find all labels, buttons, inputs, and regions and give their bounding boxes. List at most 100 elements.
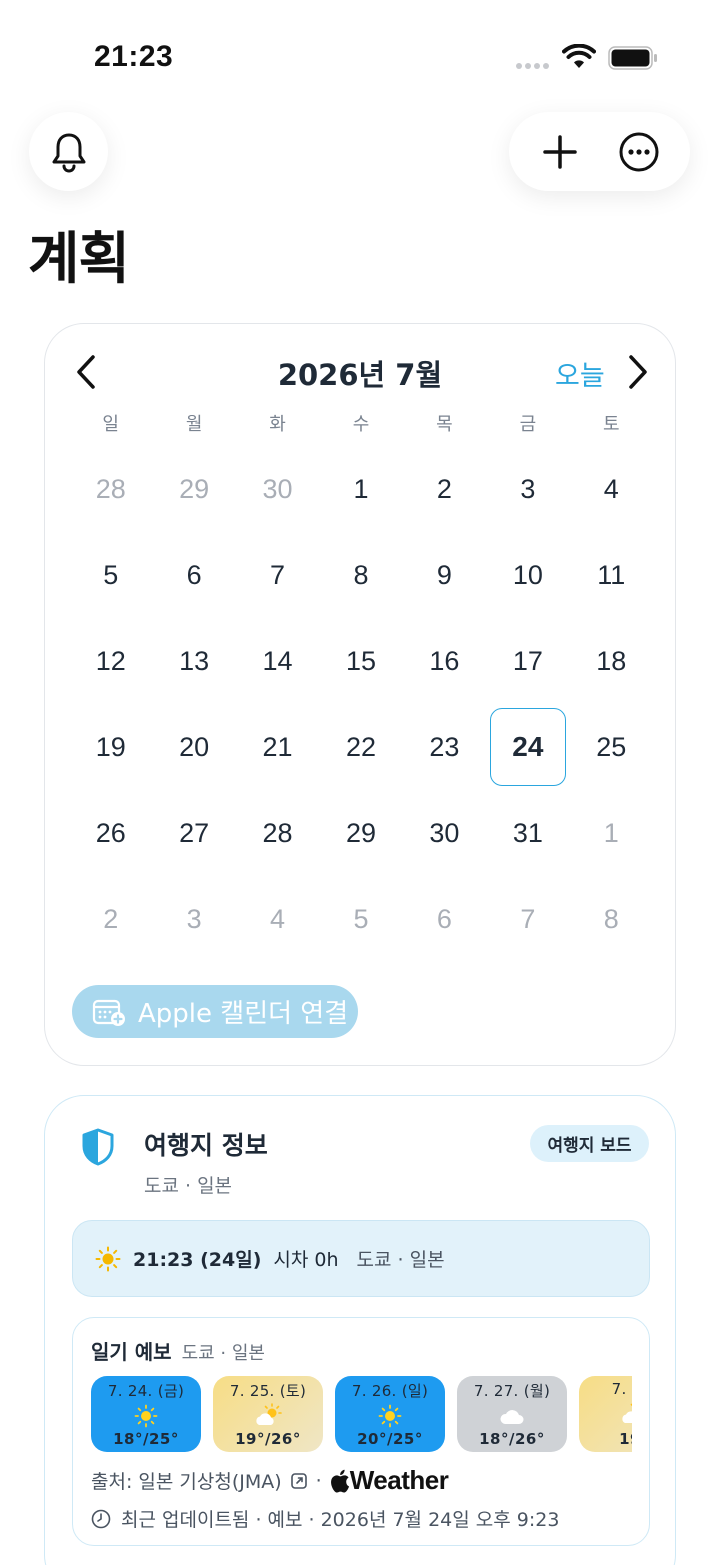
status-bar: 21:23 (0, 0, 720, 110)
calendar-day-number: 24 (512, 731, 544, 762)
calendar-day-today[interactable]: 24 (486, 704, 569, 790)
forecast-date: 7. 24. (금) (107, 1382, 185, 1400)
calendar-day-number: 21 (262, 731, 293, 762)
calendar-day[interactable]: 18 (570, 618, 653, 704)
calendar-day-number: 2 (436, 473, 452, 504)
calendar-day-number: 20 (179, 731, 210, 762)
calendar-day[interactable]: 25 (570, 704, 653, 790)
calendar-day-number: 1 (353, 473, 369, 504)
calendar-day-number: 27 (179, 817, 210, 848)
destination-title: 여행지 정보 (144, 1131, 268, 1160)
forecast-date: 7. 25. (토) (229, 1382, 307, 1400)
calendar-day-number: 3 (520, 473, 536, 504)
calendar-day[interactable]: 3 (486, 446, 569, 532)
calendar-day[interactable]: 9 (403, 532, 486, 618)
bell-icon (52, 133, 85, 172)
calendar-day-number: 13 (179, 645, 210, 676)
forecast-strip[interactable]: 7. 24. (금) 18°/25° 7. 25. (토) 19°/26° 7. 26.… (91, 1376, 632, 1452)
calendar-day[interactable]: 16 (403, 618, 486, 704)
battery-icon (608, 46, 657, 70)
forecast-day-card[interactable]: 7. 26. (일) 20°/25° (335, 1376, 445, 1452)
calendar-day[interactable]: 23 (403, 704, 486, 790)
calendar-day[interactable]: 29 (319, 790, 402, 876)
calendar-day[interactable]: 10 (486, 532, 569, 618)
source-separator: · (315, 1469, 322, 1492)
calendar-day[interactable]: 1 (319, 446, 402, 532)
status-time: 21:23 (94, 40, 174, 73)
calendar-day[interactable]: 5 (69, 532, 152, 618)
forecast-temp: 19°/26° (235, 1430, 301, 1448)
calendar-day[interactable]: 28 (236, 790, 319, 876)
destination-board-button[interactable]: 여행지 보드 (530, 1125, 649, 1162)
calendar-day[interactable]: 7 (236, 532, 319, 618)
sun-icon (95, 1246, 121, 1271)
today-button[interactable]: 오늘 (555, 354, 605, 393)
calendar-day-number: 5 (353, 903, 369, 934)
calendar-day[interactable]: 30 (236, 446, 319, 532)
calendar-day-number: 25 (596, 731, 627, 762)
calendar-day[interactable]: 4 (236, 876, 319, 962)
calendar-day[interactable]: 15 (319, 618, 402, 704)
weekday-label: 일 (102, 414, 119, 435)
local-time-place: 도쿄 · 일본 (356, 1249, 445, 1271)
calendar-day[interactable]: 6 (403, 876, 486, 962)
calendar-day[interactable]: 29 (152, 446, 235, 532)
calendar-day[interactable]: 21 (236, 704, 319, 790)
calendar-day-number: 1 (603, 817, 619, 848)
calendar-day[interactable]: 26 (69, 790, 152, 876)
calendar-day-number: 16 (429, 645, 460, 676)
connect-apple-calendar-button[interactable]: Apple 캘린더 연결 (72, 985, 358, 1038)
calendar-day[interactable]: 14 (236, 618, 319, 704)
add-button[interactable] (530, 122, 590, 182)
calendar-day[interactable]: 12 (69, 618, 152, 704)
calendar-day-number: 9 (436, 559, 452, 590)
next-month-button[interactable] (623, 352, 653, 392)
calendar-day[interactable]: 19 (69, 704, 152, 790)
calendar-day[interactable]: 31 (486, 790, 569, 876)
wifi-icon (562, 44, 596, 68)
forecast-day-card[interactable]: 7. 28. 19° (579, 1376, 632, 1452)
forecast-title: 일기 예보 (91, 1340, 172, 1364)
forecast-date: 7. 27. (월) (473, 1382, 551, 1400)
calendar-day[interactable]: 8 (319, 532, 402, 618)
calendar-day-number: 5 (103, 559, 119, 590)
forecast-date: 7. 26. (일) (351, 1382, 429, 1400)
calendar-day[interactable]: 6 (152, 532, 235, 618)
calendar-day[interactable]: 5 (319, 876, 402, 962)
calendar-day-number: 11 (597, 559, 626, 590)
calendar-day-number: 29 (179, 473, 210, 504)
calendar-day-number: 30 (429, 817, 460, 848)
forecast-day-card[interactable]: 7. 27. (월) 18°/26° (457, 1376, 567, 1452)
calendar-day[interactable]: 1 (570, 790, 653, 876)
calendar-day-number: 4 (603, 473, 619, 504)
notifications-button[interactable] (29, 112, 108, 191)
calendar-day-number: 7 (520, 903, 536, 934)
more-button[interactable] (609, 122, 669, 182)
calendar-day[interactable]: 27 (152, 790, 235, 876)
calendar-day[interactable]: 11 (570, 532, 653, 618)
calendar-day-number: 26 (95, 817, 126, 848)
calendar-day[interactable]: 28 (69, 446, 152, 532)
calendar-day[interactable]: 22 (319, 704, 402, 790)
calendar-day[interactable]: 30 (403, 790, 486, 876)
weekday-header: 일 월 화 수 목 금 토 (69, 410, 653, 436)
calendar-day[interactable]: 17 (486, 618, 569, 704)
calendar-day[interactable]: 2 (69, 876, 152, 962)
plus-icon (543, 134, 577, 169)
apple-logo-icon (330, 1469, 349, 1493)
calendar-day[interactable]: 20 (152, 704, 235, 790)
forecast-day-card[interactable]: 7. 24. (금) 18°/25° (91, 1376, 201, 1452)
forecast-day-card[interactable]: 7. 25. (토) 19°/26° (213, 1376, 323, 1452)
calendar-day-grid: 28 29 30 1 2 3 4 5 6 7 8 9 10 11 12 13 14 15 16 17 18 19 20 21 2… (69, 446, 653, 962)
calendar-day[interactable]: 13 (152, 618, 235, 704)
calendar-day-number: 31 (512, 817, 543, 848)
external-link-icon[interactable] (290, 1472, 308, 1490)
calendar-day-number: 6 (186, 559, 202, 590)
calendar-day[interactable]: 8 (570, 876, 653, 962)
calendar-day[interactable]: 2 (403, 446, 486, 532)
calendar-day-number: 18 (596, 645, 627, 676)
calendar-day[interactable]: 4 (570, 446, 653, 532)
calendar-day-number: 19 (95, 731, 126, 762)
calendar-day[interactable]: 7 (486, 876, 569, 962)
calendar-day[interactable]: 3 (152, 876, 235, 962)
